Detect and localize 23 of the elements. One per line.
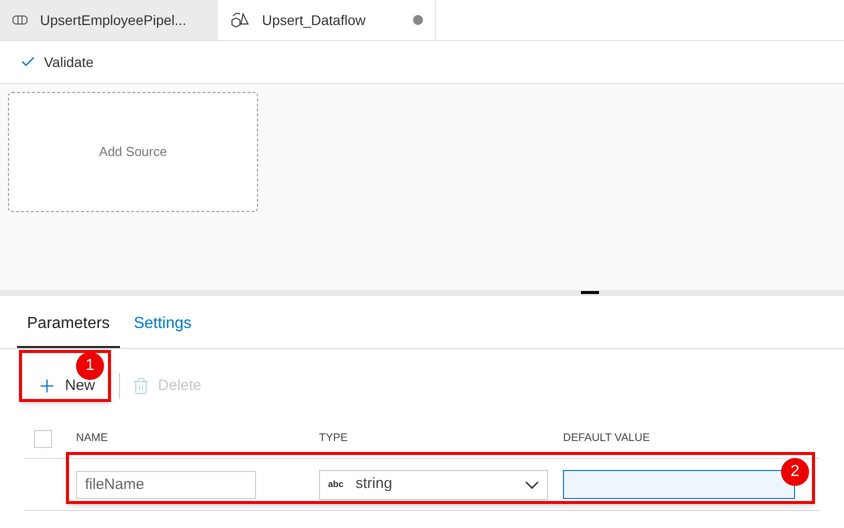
select-all-checkbox[interactable] xyxy=(34,430,52,448)
panel-tab[interactable]: Settings xyxy=(124,308,202,348)
panel-tab[interactable]: Parameters xyxy=(17,308,120,348)
name-field[interactable]: fileName xyxy=(76,470,256,498)
tab-label: Upsert_Dataflow xyxy=(262,10,366,30)
column-header: DEFAULT VALUE xyxy=(563,431,650,446)
type-value: string xyxy=(356,474,392,494)
trash-icon xyxy=(132,377,150,395)
validate-button[interactable]: Validate xyxy=(20,52,94,72)
resize-handle[interactable] xyxy=(581,291,599,294)
tab-label: UpsertEmployeePipel... xyxy=(40,10,186,30)
step-badge: 2 xyxy=(781,458,809,486)
step-badge: 1 xyxy=(76,352,104,380)
editor-tab[interactable]: UpsertEmployeePipel... xyxy=(0,0,218,40)
add-source-card[interactable]: Add Source xyxy=(8,92,258,212)
shapes-icon xyxy=(230,11,250,29)
column-header: TYPE xyxy=(319,431,349,446)
chevron-down-icon xyxy=(525,480,539,488)
column-header: NAME xyxy=(76,431,109,446)
type-dropdown[interactable]: abc string xyxy=(319,470,548,500)
add-source-label: Add Source xyxy=(99,143,167,162)
pipeline-icon xyxy=(12,15,28,25)
type-tag-label: abc xyxy=(328,478,344,491)
